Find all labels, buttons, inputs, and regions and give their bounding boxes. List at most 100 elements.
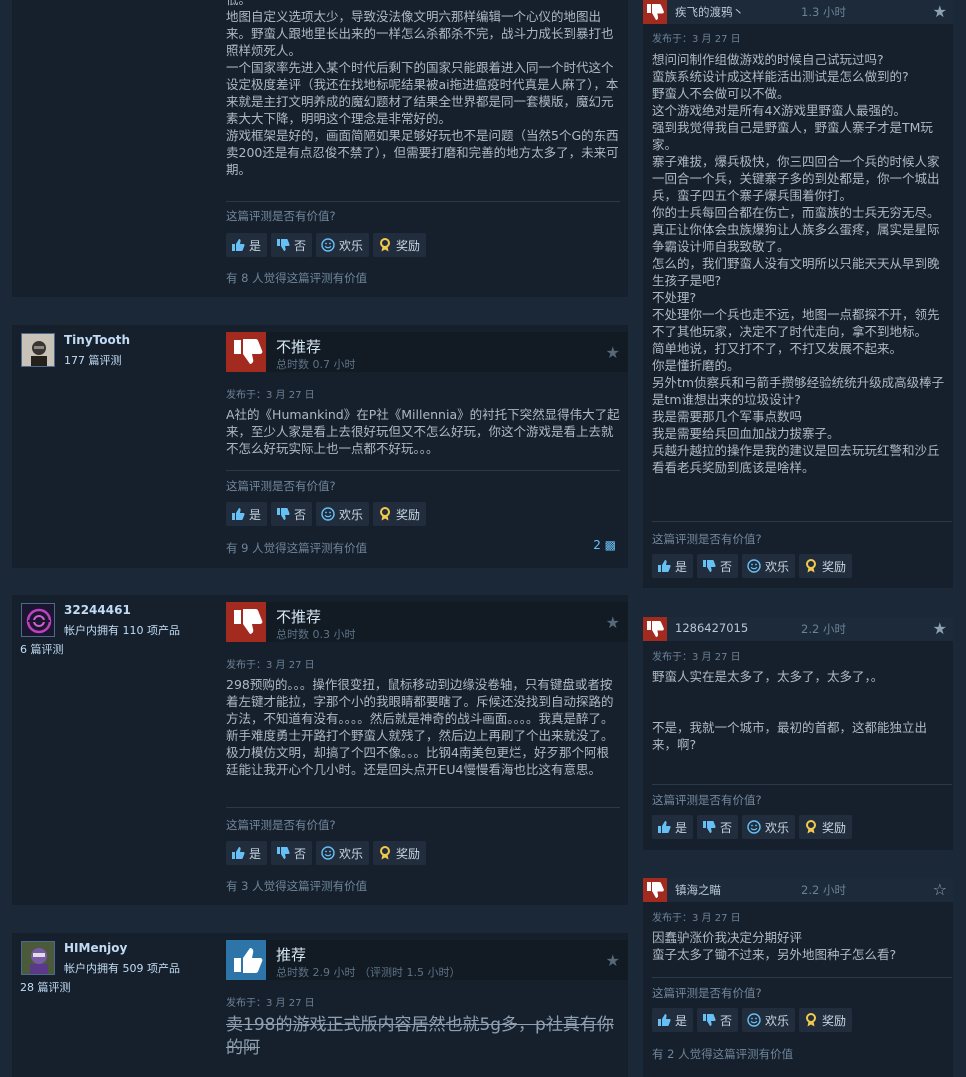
review-header[interactable]: 1286427015 2.2 小时 ★ <box>643 617 953 641</box>
review-body: 低。 地图自定义选项太少，导致没法像文明六那样编辑一个心仪的地图出来。野蛮人跟地… <box>226 0 619 177</box>
vote-no-button[interactable]: 否 <box>271 841 313 865</box>
thumbs-down-icon <box>702 820 716 834</box>
vote-funny-button[interactable]: 欢乐 <box>316 233 370 257</box>
vote-buttons: 是 否 欢乐 奖励 <box>652 554 853 578</box>
reviewer-products[interactable]: 帐户内拥有 509 项产品 <box>64 960 180 976</box>
posted-date: 发布于：3 月 27 日 <box>226 998 315 1009</box>
reviewer-review-count[interactable]: 28 篇评测 <box>20 979 71 995</box>
vote-funny-button[interactable]: 欢乐 <box>742 554 796 578</box>
vote-funny-button[interactable]: 欢乐 <box>316 841 370 865</box>
helpful-count: 有 8 人觉得这篇评测有价值 <box>226 271 368 285</box>
reviewer-name[interactable]: TinyTooth <box>64 333 130 347</box>
reviewer-products[interactable]: 帐户内拥有 110 项产品 <box>64 622 180 638</box>
review-header[interactable]: 不推荐 总时数 0.7 小时 ★ <box>226 332 628 372</box>
reviewer-name[interactable]: 32244461 <box>64 603 131 617</box>
review-content: 推荐 总时数 2.9 小时 （评测时 1.5 小时） ★ 发布于：3 月 27 … <box>220 933 628 1077</box>
helpful-question: 这篇评测是否有价值? <box>652 986 762 1000</box>
reviewer-review-count[interactable]: 6 篇评测 <box>20 641 64 657</box>
helpful-count: 有 2 人觉得这篇评测有价值 <box>652 1047 794 1061</box>
reviewer-name[interactable]: HIMenjoy <box>64 941 127 955</box>
award-button[interactable]: 奖励 <box>373 233 427 257</box>
award-medal-icon <box>804 820 818 834</box>
smile-icon <box>747 1013 761 1027</box>
thumbs-down-icon <box>702 559 716 573</box>
review-author-panel: 32244461 帐户内拥有 110 项产品 6 篇评测 <box>12 595 212 905</box>
playtime: 2.2 小时 <box>801 622 846 636</box>
award-medal-icon <box>804 1013 818 1027</box>
review-header[interactable]: 推荐 总时数 2.9 小时 （评测时 1.5 小时） ★ <box>226 940 628 980</box>
vote-yes-button[interactable]: 是 <box>652 554 694 578</box>
vote-yes-button[interactable]: 是 <box>652 1008 694 1032</box>
vote-yes-button[interactable]: 是 <box>226 841 268 865</box>
star-icon[interactable]: ★ <box>606 343 620 362</box>
review-header[interactable]: 不推荐 总时数 0.3 小时 ★ <box>226 602 628 642</box>
review-header[interactable]: 疾飞的渡鸦丶 1.3 小时 ★ <box>643 0 953 24</box>
review-card: TinyTooth 177 篇评测 不推荐 总时数 0.7 小时 ★ 发布于：3… <box>12 325 628 568</box>
reviewer-review-count[interactable]: 177 篇评测 <box>64 352 122 368</box>
vote-funny-button[interactable]: 欢乐 <box>316 502 370 526</box>
helpful-question: 这篇评测是否有价值? <box>226 818 336 832</box>
award-button[interactable]: 奖励 <box>373 841 427 865</box>
vote-buttons: 是 否 欢乐 奖励 <box>652 1008 853 1032</box>
helpful-count: 有 3 人觉得这篇评测有价值 <box>226 879 368 893</box>
vote-yes-button[interactable]: 是 <box>226 502 268 526</box>
helpful-count: 有 9 人觉得这篇评测有价值 <box>226 541 368 555</box>
star-icon[interactable]: ★ <box>933 2 947 21</box>
vote-no-button[interactable]: 否 <box>271 502 313 526</box>
vote-funny-button[interactable]: 欢乐 <box>742 815 796 839</box>
vote-no-button[interactable]: 否 <box>697 554 739 578</box>
thumbs-down-icon <box>276 507 290 521</box>
reviewer-name[interactable]: 疾飞的渡鸦丶 <box>675 4 744 20</box>
thumbs-down-icon <box>643 878 667 902</box>
divider <box>226 470 620 471</box>
vote-funny-button[interactable]: 欢乐 <box>742 1008 796 1032</box>
star-icon[interactable]: ★ <box>606 951 620 970</box>
vote-no-button[interactable]: 否 <box>697 1008 739 1032</box>
smile-icon <box>747 820 761 834</box>
award-button[interactable]: 奖励 <box>373 502 427 526</box>
vote-buttons: 是 否 欢乐 奖励 <box>226 841 427 865</box>
vote-yes-button[interactable]: 是 <box>652 815 694 839</box>
divider <box>226 201 620 202</box>
playtime: 总时数 0.7 小时 <box>276 358 356 371</box>
divider <box>652 784 952 785</box>
thumbs-up-icon <box>657 559 671 573</box>
reviewer-name[interactable]: 镇海之瞄 <box>675 882 721 898</box>
playtime: 1.3 小时 <box>801 5 846 19</box>
review-header[interactable]: 镇海之瞄 2.2 小时 ☆ <box>643 878 953 902</box>
review-body: 想问问制作组做游戏的时候自己试玩过吗? 蛮族系统设计成这样能活出测试是怎么做到的… <box>652 52 945 475</box>
comment-count-link[interactable]: 2 ▩ <box>593 538 616 552</box>
thumbs-down-icon <box>276 846 290 860</box>
thumbs-up-icon <box>657 820 671 834</box>
divider <box>652 521 952 522</box>
thumbs-up-icon <box>231 846 245 860</box>
award-button[interactable]: 奖励 <box>799 554 853 578</box>
vote-no-button[interactable]: 否 <box>271 233 313 257</box>
thumbs-up-icon <box>231 507 245 521</box>
helpful-question: 这篇评测是否有价值? <box>652 793 762 807</box>
thumbs-up-icon <box>657 1013 671 1027</box>
review-author-panel: TinyTooth 177 篇评测 <box>12 325 212 568</box>
star-outline-icon[interactable]: ☆ <box>933 880 947 899</box>
review-body-spoiler[interactable]: 卖198的游戏正式版内容居然也就5g多，p社真有你的阿 <box>226 1014 621 1060</box>
helpful-question: 这篇评测是否有价值? <box>226 209 336 223</box>
review-body: 野蛮人实在是太多了，太多了，太多了，。 不是，我就一个城市，最初的首都，这都能独… <box>652 669 928 752</box>
award-button[interactable]: 奖励 <box>799 1008 853 1032</box>
avatar[interactable] <box>21 941 55 975</box>
vote-no-button[interactable]: 否 <box>697 815 739 839</box>
reviewer-name[interactable]: 1286427015 <box>675 621 748 635</box>
review-card: 低。 地图自定义选项太少，导致没法像文明六那样编辑一个心仪的地图出来。野蛮人跟地… <box>12 0 628 297</box>
vote-yes-button[interactable]: 是 <box>226 233 268 257</box>
avatar[interactable] <box>21 333 55 367</box>
smile-icon <box>321 507 335 521</box>
avatar[interactable] <box>21 603 55 637</box>
award-button[interactable]: 奖励 <box>799 815 853 839</box>
playtime: 2.2 小时 <box>801 883 846 897</box>
star-icon[interactable]: ★ <box>933 619 947 638</box>
star-icon[interactable]: ★ <box>606 613 620 632</box>
review-verdict: 不推荐 <box>276 608 322 626</box>
comment-bubble-icon: ▩ <box>604 538 616 552</box>
thumbs-down-icon <box>643 0 667 24</box>
review-verdict: 不推荐 <box>276 338 322 356</box>
review-card: 疾飞的渡鸦丶 1.3 小时 ★ 发布于：3 月 27 日 想问问制作组做游戏的时… <box>643 0 953 588</box>
